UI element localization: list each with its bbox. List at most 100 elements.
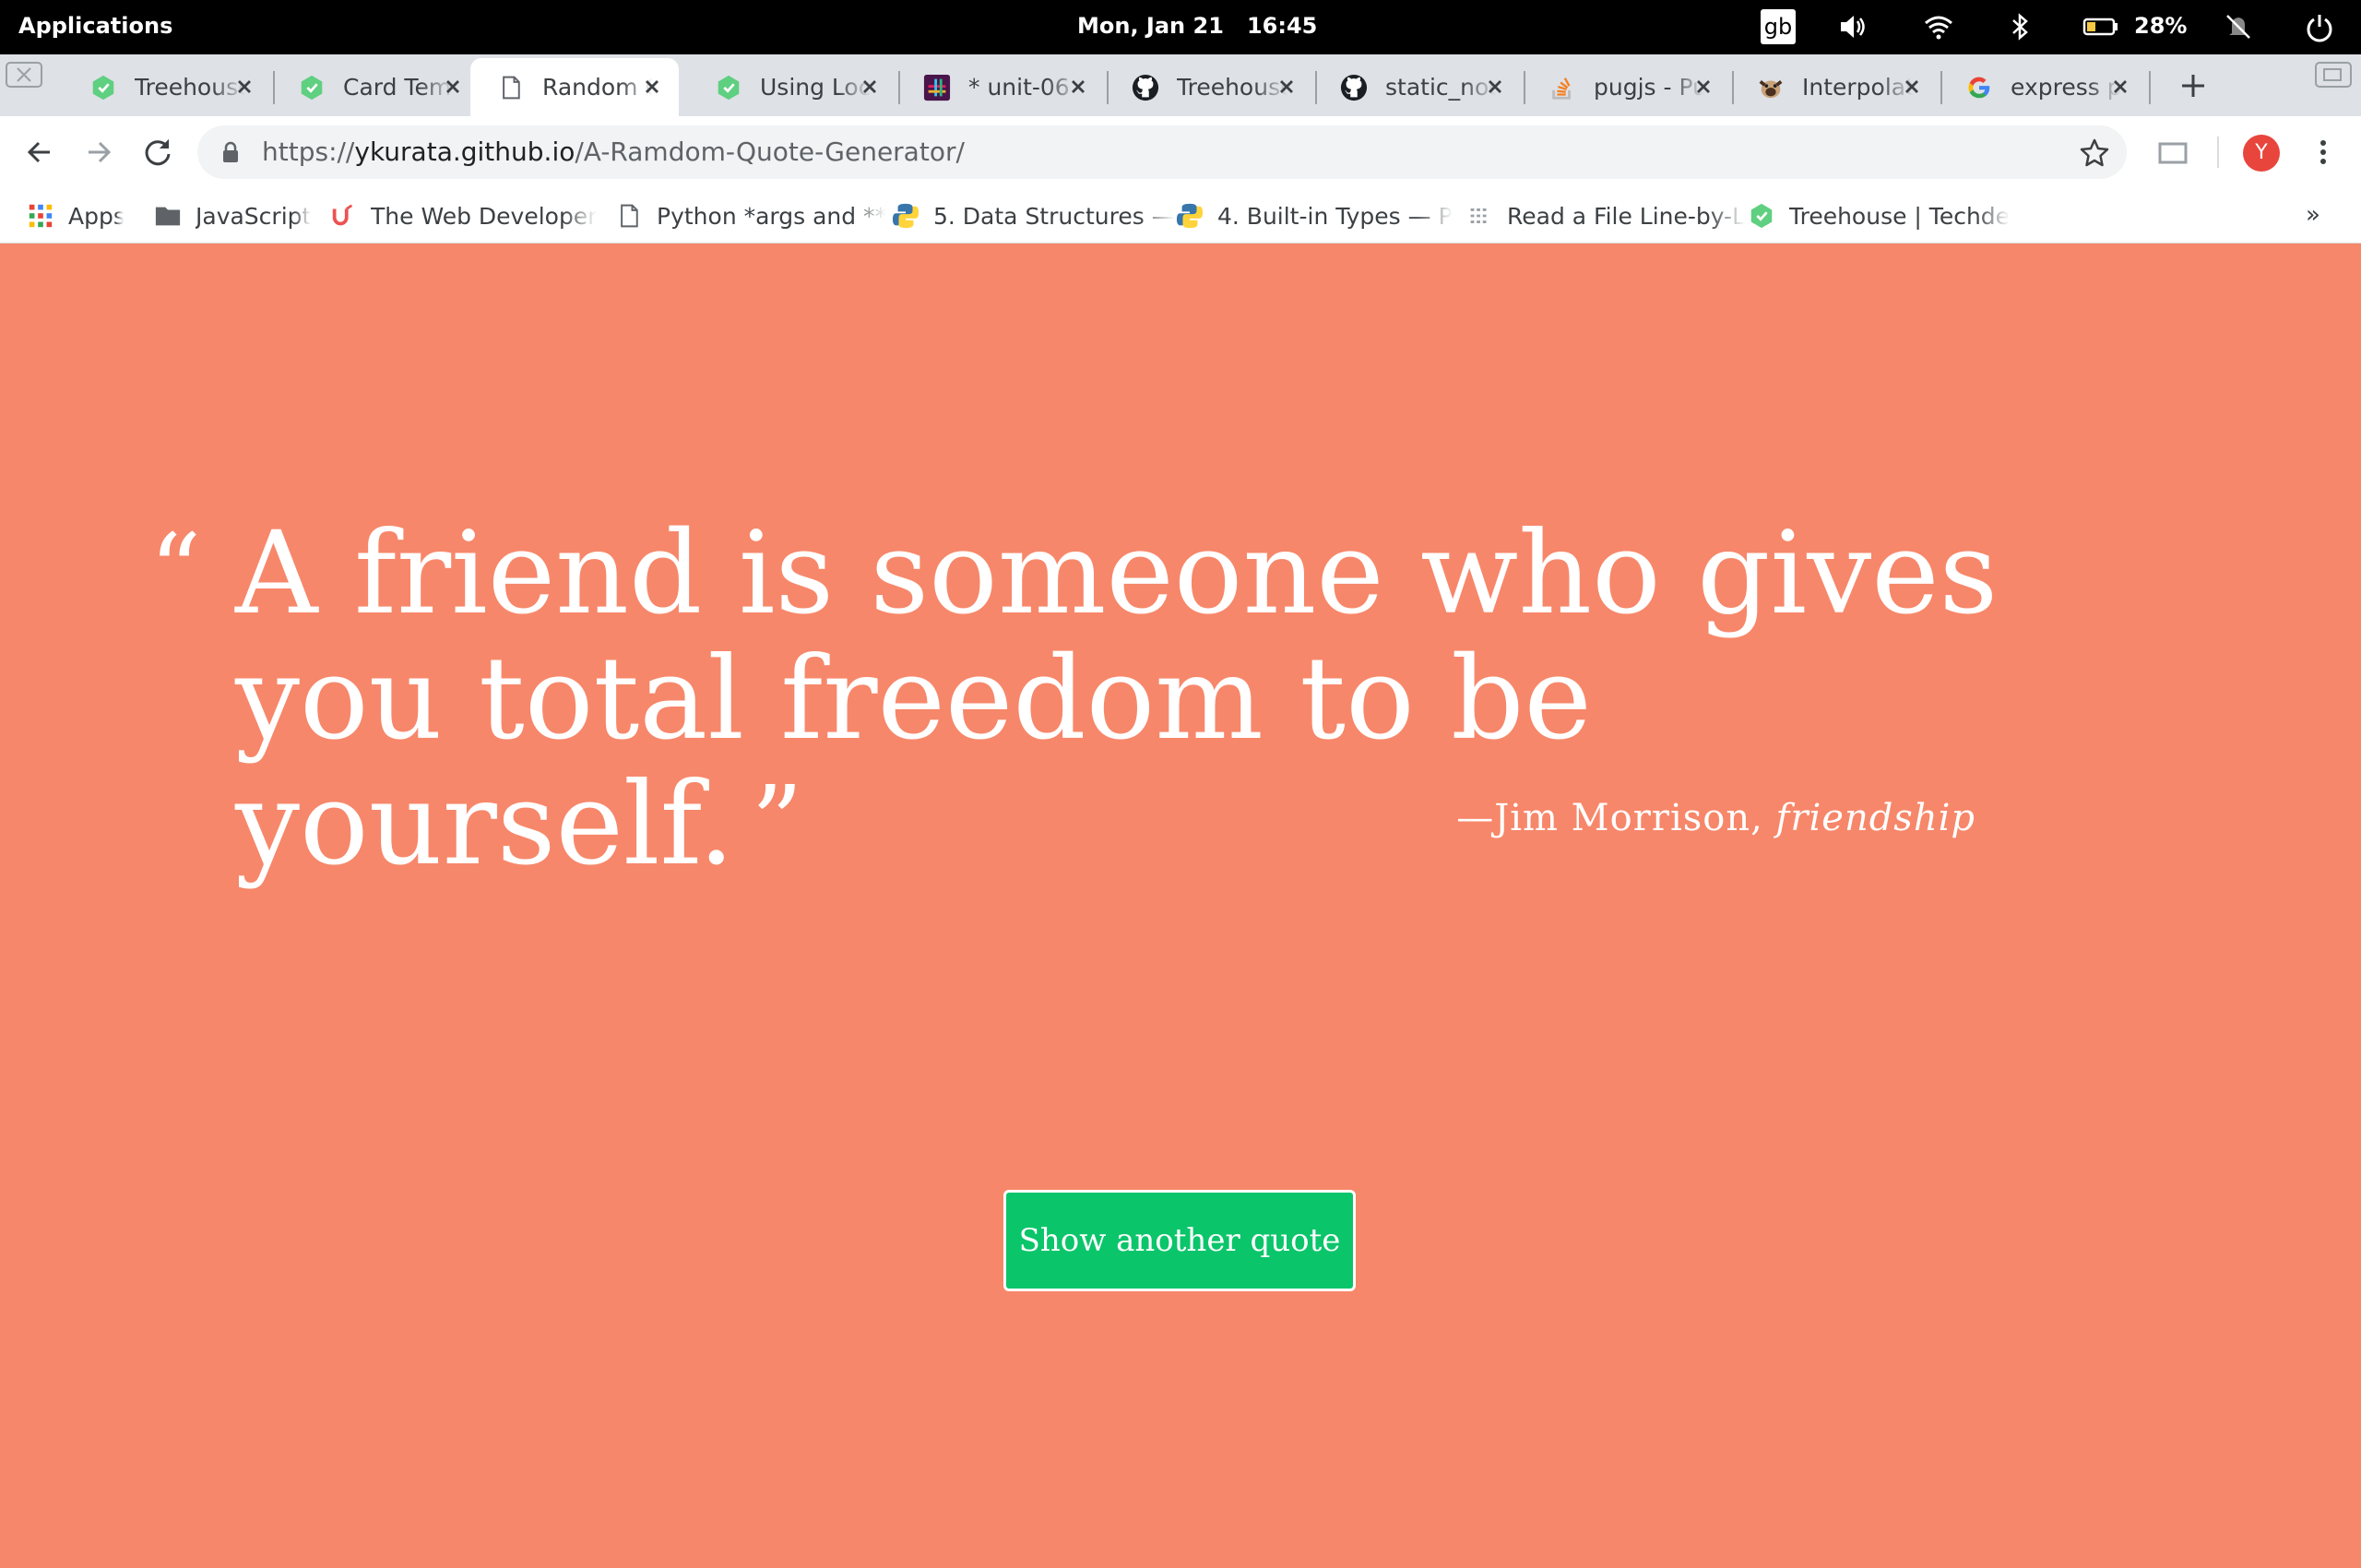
list-icon [1465,201,1494,231]
folder-icon [153,201,183,231]
tab-title: Random Quote [542,74,653,101]
wifi-icon[interactable] [1923,11,1954,42]
browser-tab[interactable]: Treehouse [1105,58,1313,116]
new-tab-plus-icon[interactable] [2177,69,2210,102]
bookmark-item[interactable]: 4. Built-in Types — P [1175,199,1453,232]
github-icon [1339,73,1369,102]
bookmark-item[interactable]: 5. Data Structures — [891,199,1175,232]
bookmark-star-icon[interactable] [2079,137,2110,168]
tab-title: * unit-06 [968,74,1070,101]
tab-title: Card Templates [343,74,454,101]
bookmark-label: Python *args and ** [657,202,887,230]
browser-tab[interactable]: static_node [1313,58,1522,116]
browser-tab[interactable]: express pug [1939,58,2147,116]
bookmark-item[interactable]: Apps [26,199,124,232]
stackoverflow-icon [1548,73,1577,102]
bookmark-label: JavaScript [196,202,312,230]
browser-tab[interactable]: pugjs - Pug [1522,58,1730,116]
treehouse-icon [1747,201,1776,231]
source-dash: — [1456,797,1495,839]
bookmark-item[interactable]: JavaScript [153,199,311,232]
tab-title: Treehouse [135,74,245,101]
open-quote-mark: “ [149,512,202,630]
tab-close-icon[interactable] [439,73,467,101]
tab-title: Treehouse [1177,74,1287,101]
show-another-quote-button[interactable]: Show another quote [1003,1190,1356,1291]
bookmark-label: Treehouse | Techde [1789,202,2011,230]
python-icon [891,201,920,231]
reload-icon[interactable] [140,135,175,170]
browser-tab-strip: Treehouse Card Templates Random Quote Using… [0,54,2361,116]
github-icon [1131,73,1160,102]
tab-title: Interpolation [1802,74,1913,101]
tab-title: Using Local [760,74,871,101]
power-icon[interactable] [2304,11,2335,42]
url-host: ykurata.github.io [354,137,575,167]
window-close-icon[interactable] [6,62,42,88]
back-arrow-icon[interactable] [22,135,57,170]
tab-title: pugjs - Pug [1594,74,1704,101]
profile-avatar[interactable]: Y [2243,135,2280,172]
keyboard-layout-indicator[interactable]: gb [1761,9,1796,44]
tab-close-icon[interactable] [2106,73,2134,101]
browser-tab[interactable]: Card Templates [271,58,480,116]
tab-close-icon[interactable] [1898,73,1926,101]
bookmark-label: Apps [68,202,124,230]
clock-time: 16:45 [1246,13,1318,39]
page-icon [614,201,644,231]
system-clock[interactable]: Mon, Jan 21 16:45 [1077,13,1317,39]
tab-close-icon[interactable] [638,73,666,101]
lock-icon[interactable] [221,141,240,163]
applications-menu[interactable]: Applications [18,13,172,39]
slack-icon [922,73,952,102]
cast-icon[interactable] [2156,137,2189,170]
battery-icon[interactable] [2082,11,2119,42]
tab-close-icon[interactable] [856,73,884,101]
tab-close-icon[interactable] [1481,73,1509,101]
bluetooth-icon[interactable] [2004,11,2035,42]
forward-arrow-icon[interactable] [81,135,116,170]
treehouse-icon [714,73,743,102]
bookmark-item[interactable]: Python *args and ** [614,199,886,232]
bookmark-item[interactable]: Treehouse | Techde [1747,199,2010,232]
url-text[interactable]: https://ykurata.github.io/A-Ramdom-Quote… [262,137,965,167]
tab-close-icon[interactable] [1690,73,1717,101]
volume-icon[interactable] [1837,11,1869,42]
system-top-bar: Applications Mon, Jan 21 16:45 gb 28% [0,0,2361,54]
tab-close-icon[interactable] [1273,73,1300,101]
browser-tab[interactable]: Treehouse [63,58,271,116]
pug-icon [1756,73,1786,102]
address-bar[interactable]: https://ykurata.github.io/A-Ramdom-Quote… [197,125,2127,179]
bookmark-label: 4. Built-in Types — P [1217,202,1453,230]
tab-title: express pug [2011,74,2121,101]
bookmark-label: Read a File Line-by-L [1507,202,1746,230]
quote-page: “ A friend is someone who gives you tota… [0,244,2361,1568]
udemy-icon [328,201,358,231]
page-icon [496,73,526,102]
browser-toolbar: https://ykurata.github.io/A-Ramdom-Quote… [0,116,2361,188]
quote-tag: friendship [1775,797,1975,839]
battery-percent: 28% [2134,13,2188,39]
bookmark-label: The Web Developer [371,202,598,230]
tab-close-icon[interactable] [231,73,258,101]
bookmarks-overflow-chevron[interactable]: » [2306,201,2320,229]
tab-overview-icon[interactable] [2315,62,2352,88]
bookmarks-bar: Apps JavaScript The Web Developer Python *a… [0,188,2361,244]
browser-tab[interactable]: Interpolation [1730,58,1939,116]
notifications-muted-icon[interactable] [2223,11,2254,42]
treehouse-icon [89,73,118,102]
quote-source: —Jim Morrison, friendship [1456,797,1975,839]
treehouse-icon [297,73,326,102]
bookmark-item[interactable]: Read a File Line-by-L [1465,199,1745,232]
quote-author: Jim Morrison [1494,797,1751,839]
toolbar-divider [2217,137,2219,168]
browser-tab[interactable]: * unit-06 [896,58,1105,116]
more-menu-icon[interactable] [2306,135,2341,170]
browser-tab[interactable]: Using Local [688,58,896,116]
browser-tab[interactable]: Random Quote [470,58,679,116]
python-icon [1175,201,1204,231]
url-scheme: https:// [262,137,355,167]
bookmark-item[interactable]: The Web Developer [328,199,597,232]
clock-date: Mon, Jan 21 [1077,13,1224,39]
tab-close-icon[interactable] [1064,73,1092,101]
